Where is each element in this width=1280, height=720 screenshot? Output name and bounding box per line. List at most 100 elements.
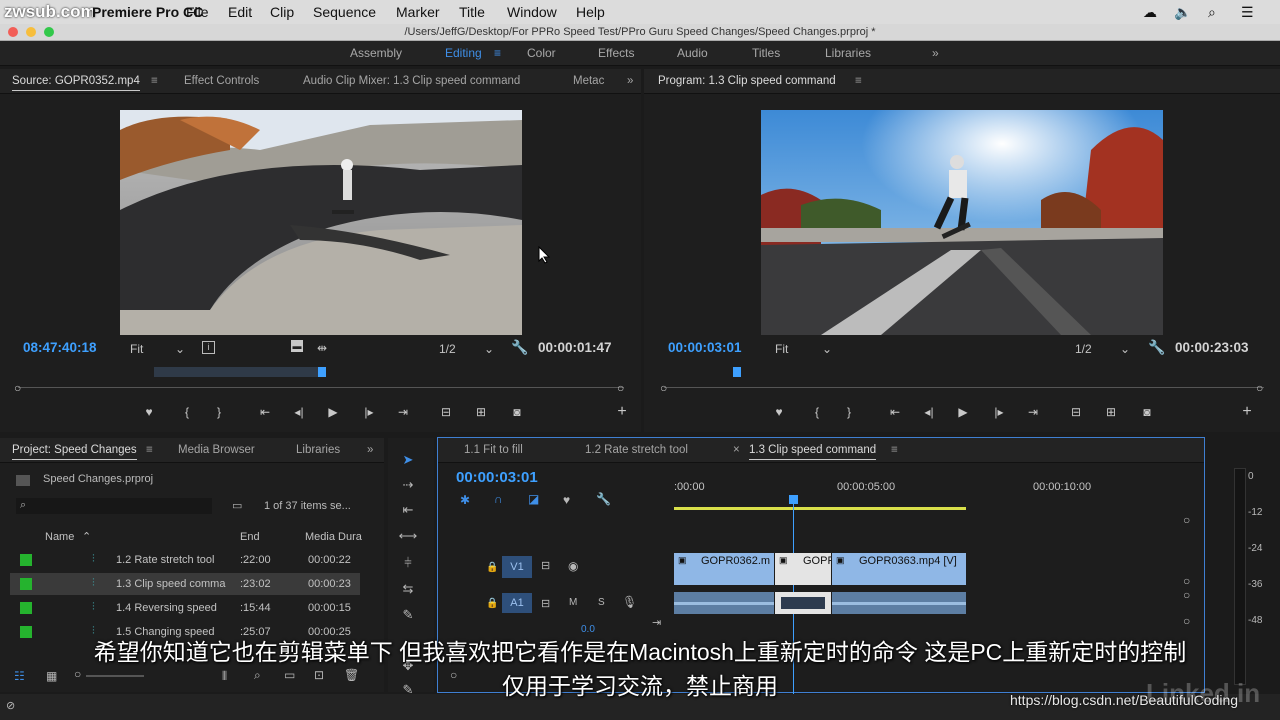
- source-playhead-timecode[interactable]: 08:47:40:18: [23, 340, 97, 355]
- program-add-marker-icon[interactable]: ♥: [770, 405, 788, 419]
- source-resolution-dropdown[interactable]: 1/2: [439, 342, 456, 356]
- track-select-tool-icon[interactable]: ⇢: [398, 477, 418, 495]
- program-zoom-left-handle[interactable]: ○: [660, 381, 667, 395]
- v-track-scroll-handle[interactable]: ○: [1183, 574, 1190, 588]
- project-row[interactable]: ⫶ 1.2 Rate stretch tool :22:00 00:00:22: [10, 549, 360, 571]
- workspace-audio[interactable]: Audio: [677, 46, 708, 60]
- audio-clip[interactable]: [832, 592, 966, 614]
- column-name[interactable]: Name: [45, 531, 74, 543]
- source-export-frame-icon[interactable]: ◙: [508, 405, 526, 419]
- source-time-ruler[interactable]: [20, 367, 620, 381]
- v1-track-target[interactable]: V1: [502, 556, 532, 578]
- menu-marker[interactable]: Marker: [396, 4, 440, 20]
- audio-clip[interactable]: [674, 592, 774, 614]
- project-panel-menu-icon[interactable]: ≡: [146, 444, 153, 456]
- safe-margins-icon[interactable]: i: [202, 341, 215, 354]
- menu-window[interactable]: Window: [507, 4, 557, 20]
- source-mark-in-icon[interactable]: {: [178, 405, 196, 419]
- a1-lock-icon[interactable]: 🔒: [486, 598, 498, 609]
- v1-sync-lock-icon[interactable]: ⊟: [541, 559, 550, 572]
- source-add-marker-icon[interactable]: ♥: [140, 405, 158, 419]
- audio-clip-selected[interactable]: [775, 592, 831, 614]
- close-tab-icon[interactable]: ×: [733, 444, 740, 456]
- a-track-scroll-handle-top[interactable]: ○: [1183, 588, 1190, 602]
- menu-clip[interactable]: Clip: [270, 4, 294, 20]
- program-button-editor-icon[interactable]: +: [1238, 403, 1256, 421]
- timeline-playhead-handle[interactable]: [789, 495, 798, 504]
- source-tabs-overflow-icon[interactable]: »: [627, 75, 633, 87]
- source-step-forward-icon[interactable]: |▸: [360, 405, 378, 419]
- column-end[interactable]: End: [240, 531, 260, 543]
- workspace-menu-icon[interactable]: ≡: [494, 46, 501, 60]
- source-zoom-left-handle[interactable]: ○: [14, 381, 21, 395]
- work-area-bar[interactable]: [674, 507, 966, 510]
- project-row[interactable]: ⫶ 1.3 Clip speed comma :23:02 00:00:23: [10, 573, 360, 595]
- source-go-to-in-icon[interactable]: ⇤: [256, 405, 274, 419]
- tab-seq-rate-stretch[interactable]: 1.2 Rate stretch tool: [585, 444, 688, 456]
- v1-lock-icon[interactable]: 🔒: [486, 562, 498, 573]
- source-fit-chevron-icon[interactable]: ⌄: [175, 342, 185, 356]
- timeline-scroll-handle[interactable]: ○: [1183, 513, 1190, 527]
- video-clip[interactable]: ▣ GOPR0362.m: [674, 553, 774, 585]
- program-panel-menu-icon[interactable]: ≡: [855, 75, 862, 87]
- menu-edit[interactable]: Edit: [228, 4, 252, 20]
- snap-icon[interactable]: ∩: [494, 492, 503, 506]
- add-marker-icon[interactable]: ♥: [563, 493, 570, 507]
- minimize-window-button[interactable]: [26, 27, 36, 37]
- spotlight-search-icon[interactable]: ⌕: [1208, 4, 1216, 21]
- source-mark-out-icon[interactable]: }: [210, 405, 228, 419]
- timeline-panel-menu-icon[interactable]: ≡: [891, 444, 898, 456]
- source-overwrite-icon[interactable]: ⊞: [472, 405, 490, 419]
- source-fit-dropdown[interactable]: Fit: [130, 342, 143, 356]
- creative-cloud-icon[interactable]: ☁: [1143, 4, 1157, 21]
- tab-source[interactable]: Source: GOPR0352.mp4: [12, 75, 140, 91]
- source-settings-wrench-icon[interactable]: 🔧: [511, 339, 528, 356]
- close-window-button[interactable]: [8, 27, 18, 37]
- timeline-settings-wrench-icon[interactable]: 🔧: [596, 492, 611, 506]
- video-clip[interactable]: ▣ GOPR0363.mp4 [V]: [832, 553, 966, 585]
- program-step-back-icon[interactable]: ◂|: [920, 405, 938, 419]
- program-mark-in-icon[interactable]: {: [808, 405, 826, 419]
- program-lift-icon[interactable]: ⊟: [1067, 405, 1085, 419]
- source-resolution-chevron-icon[interactable]: ⌄: [484, 342, 494, 356]
- source-insert-icon[interactable]: ⊟: [437, 405, 455, 419]
- program-export-frame-icon[interactable]: ◙: [1138, 405, 1156, 419]
- menu-sequence[interactable]: Sequence: [313, 4, 376, 20]
- project-row[interactable]: ⫶ 1.4 Reversing speed :15:44 00:00:15: [10, 597, 360, 619]
- tab-media-browser[interactable]: Media Browser: [178, 444, 255, 456]
- source-zoom-bar[interactable]: [18, 387, 624, 388]
- sort-ascending-icon[interactable]: ⌃: [82, 530, 91, 543]
- tab-audio-clip-mixer[interactable]: Audio Clip Mixer: 1.3 Clip speed command: [303, 75, 520, 87]
- a1-track-target[interactable]: A1: [502, 593, 532, 613]
- tab-effect-controls[interactable]: Effect Controls: [184, 75, 259, 87]
- program-mark-out-icon[interactable]: }: [840, 405, 858, 419]
- a1-voiceover-mic-icon[interactable]: 🎙: [622, 595, 637, 609]
- project-search-input[interactable]: ⌕: [16, 498, 212, 514]
- zoom-window-button[interactable]: [44, 27, 54, 37]
- program-go-to-out-icon[interactable]: ⇥: [1024, 405, 1042, 419]
- v1-eye-icon[interactable]: ◉: [568, 559, 578, 573]
- program-time-ruler[interactable]: [664, 367, 1260, 381]
- drag-video-icon[interactable]: ▬: [291, 340, 303, 352]
- a1-mute-button[interactable]: M: [569, 597, 577, 608]
- a1-solo-button[interactable]: S: [598, 597, 605, 608]
- menu-title[interactable]: Title: [459, 4, 485, 20]
- program-play-icon[interactable]: ▶: [954, 405, 972, 419]
- tab-seq-clip-speed[interactable]: 1.3 Clip speed command: [749, 444, 877, 460]
- project-tabs-overflow-icon[interactable]: »: [367, 444, 373, 456]
- menu-file[interactable]: File: [186, 4, 209, 20]
- tab-seq-fit-to-fill[interactable]: 1.1 Fit to fill: [464, 444, 523, 456]
- workspace-assembly[interactable]: Assembly: [350, 46, 402, 60]
- program-zoom-bar[interactable]: [664, 387, 1264, 388]
- program-step-forward-icon[interactable]: |▸: [990, 405, 1008, 419]
- program-fit-dropdown[interactable]: Fit: [775, 342, 788, 356]
- new-bin-from-search-icon[interactable]: ▭: [232, 499, 242, 512]
- tab-libraries[interactable]: Libraries: [296, 444, 340, 456]
- workspace-titles[interactable]: Titles: [752, 46, 780, 60]
- tab-program[interactable]: Program: 1.3 Clip speed command: [658, 75, 836, 87]
- a-track-scroll-handle-bottom[interactable]: ○: [1183, 614, 1190, 628]
- workspace-libraries[interactable]: Libraries: [825, 46, 871, 60]
- program-settings-wrench-icon[interactable]: 🔧: [1148, 339, 1165, 356]
- tab-metadata[interactable]: Metac: [573, 75, 604, 87]
- source-playhead[interactable]: [318, 367, 326, 377]
